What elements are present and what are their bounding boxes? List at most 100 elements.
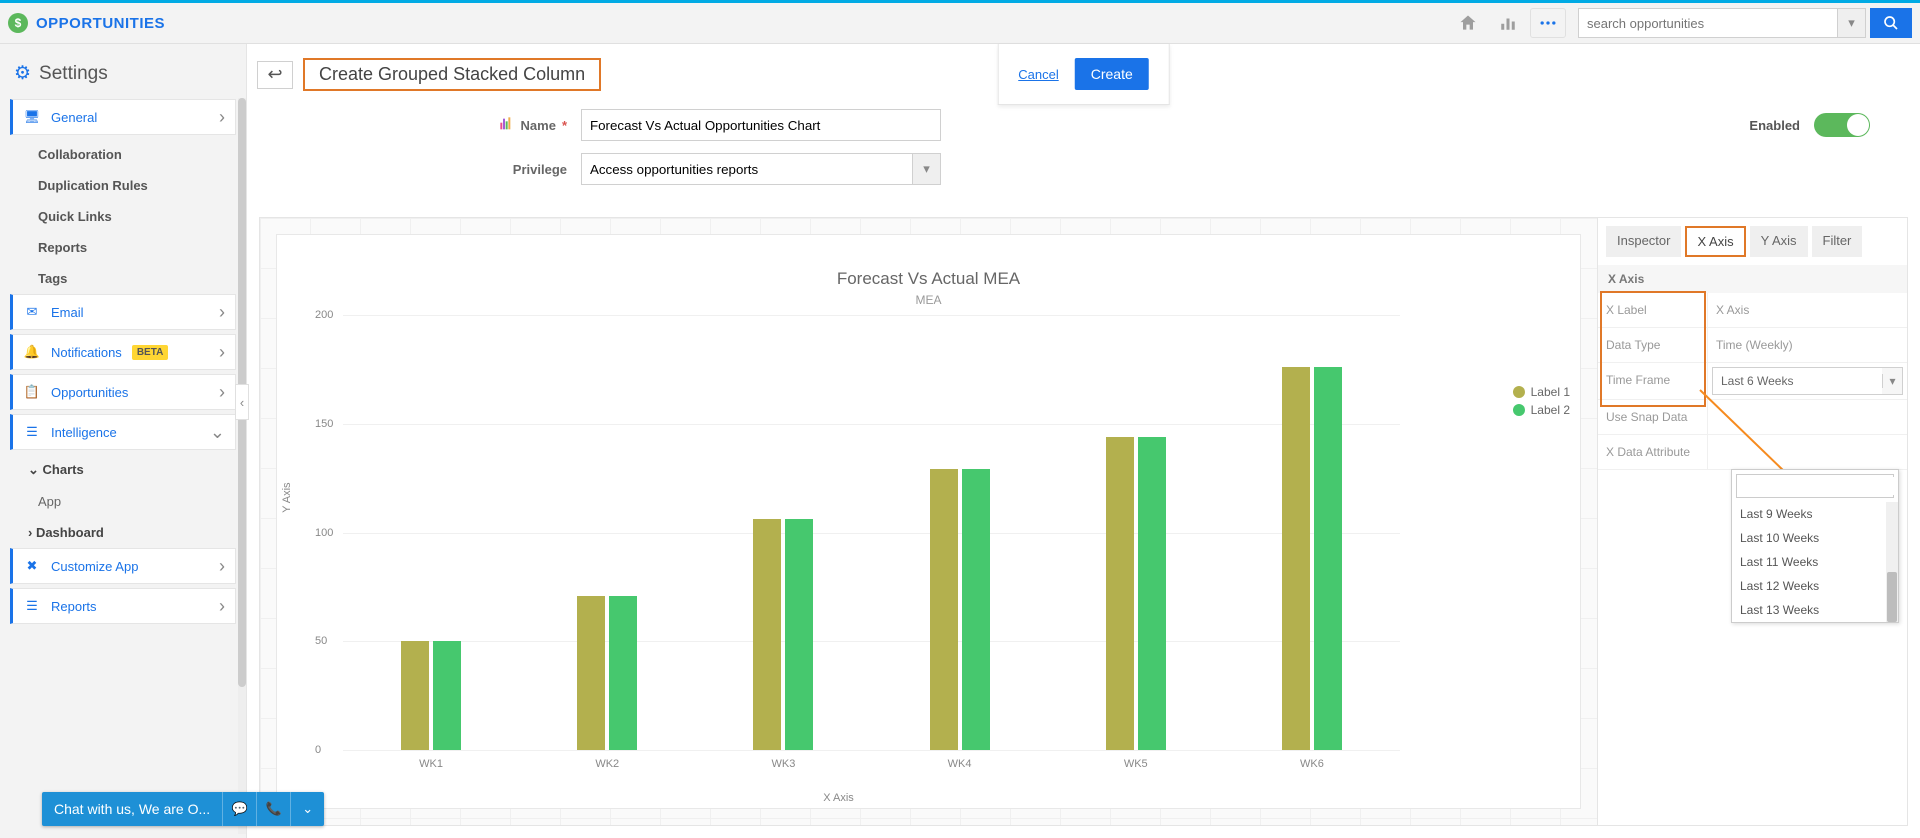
privilege-dropdown-button[interactable]: ▾ [913,153,941,185]
column-chart-icon [499,116,515,135]
sidebar-item-charts[interactable]: ⌄ Charts [10,454,236,486]
list-icon: ☰ [23,598,41,614]
x-tick: WK5 [1124,758,1148,770]
snap-field-label: Use Snap Data [1598,400,1708,434]
sidebar-item-notifications[interactable]: 🔔NotificationsBETA [10,334,236,370]
timeframe-select[interactable]: Last 6 Weeks ▾ [1712,367,1903,395]
money-bag-icon: $ [8,13,28,33]
name-input[interactable] [581,109,941,141]
datatype-field-value[interactable]: Time (Weekly) [1708,328,1907,362]
brand: $ OPPORTUNITIES [8,13,165,33]
sidebar-item-quick-links[interactable]: Quick Links [10,201,236,232]
bell-icon: 🔔 [23,344,41,360]
y-tick: 100 [315,527,333,539]
chevron-down-icon: ▾ [1882,374,1902,388]
search-input[interactable] [1578,8,1838,38]
dropdown-search-input[interactable] [1739,477,1894,495]
y-tick: 0 [315,744,321,756]
properties-panel: InspectorX AxisY AxisFilter X Axis X Lab… [1597,218,1907,825]
sidebar-item-tags[interactable]: Tags [10,263,236,294]
dropdown-option[interactable]: Last 13 Weeks [1732,598,1898,622]
dropdown-option[interactable]: Last 10 Weeks [1732,526,1898,550]
legend-item: Label 1 [1513,385,1570,399]
search-dropdown-button[interactable]: ▾ [1838,8,1866,38]
sidebar-item-dashboard[interactable]: › Dashboard [10,517,236,548]
wrench-icon: ✖ [23,558,41,574]
tab-y-axis[interactable]: Y Axis [1750,226,1808,257]
bar-chart-icon[interactable] [1490,8,1526,38]
enabled-toggle[interactable] [1814,113,1870,137]
x-tick: WK3 [771,758,795,770]
bar [401,641,429,750]
panel-section-header: X Axis [1598,265,1907,293]
brand-text: OPPORTUNITIES [36,15,165,32]
settings-sidebar: ⚙ Settings 🖥GeneralCollaborationDuplicat… [0,44,246,838]
collapse-sidebar-handle[interactable]: ‹ [235,384,249,420]
sidebar-item-reports[interactable]: ☰Reports [10,588,236,624]
dropdown-scrollbar[interactable] [1886,502,1898,622]
x-tick: WK1 [419,758,443,770]
envelope-icon: ✉ [23,304,41,320]
legend-item: Label 2 [1513,403,1570,417]
enabled-label: Enabled [1749,118,1800,133]
sidebar-item-reports[interactable]: Reports [10,232,236,263]
home-icon[interactable] [1450,8,1486,38]
sidebar-item-opportunities[interactable]: 📋Opportunities [10,374,236,410]
sidebar-item-email[interactable]: ✉Email [10,294,236,330]
dropdown-option[interactable]: Last 12 Weeks [1732,574,1898,598]
dropdown-option[interactable]: Last 11 Weeks [1732,550,1898,574]
search-button[interactable] [1870,8,1912,38]
y-axis-label: Y Axis [281,482,293,512]
sidebar-item-app[interactable]: App [10,486,236,517]
chat-text: Chat with us, We are O... [42,801,222,817]
tab-inspector[interactable]: Inspector [1606,226,1681,257]
sidebar-item-intelligence[interactable]: ☰Intelligence [10,414,236,450]
gear-icon: ⚙ [14,62,31,85]
xattr-field-label: X Data Attribute [1598,435,1708,469]
x-tick: WK2 [595,758,619,770]
bar [962,469,990,750]
back-button[interactable]: ↩ [257,61,293,89]
content-area: ‹ ↩ Create Grouped Stacked Column Cancel… [246,44,1920,838]
privilege-select[interactable] [581,153,913,185]
cancel-link[interactable]: Cancel [1018,67,1058,82]
form-icon: 📋 [23,384,41,400]
xlabel-field-value[interactable]: X Axis [1708,293,1907,327]
y-tick: 200 [315,309,333,321]
x-tick: WK6 [1300,758,1324,770]
sidebar-item-duplication-rules[interactable]: Duplication Rules [10,170,236,201]
chart-title: Forecast Vs Actual MEA [293,269,1564,289]
tab-x-axis[interactable]: X Axis [1685,226,1745,257]
create-button[interactable]: Create [1075,58,1149,90]
tab-filter[interactable]: Filter [1812,226,1863,257]
snap-field-value[interactable] [1708,400,1907,434]
chat-message-icon[interactable]: 💬 [222,792,256,826]
bar [609,596,637,750]
dropdown-search[interactable] [1736,474,1894,498]
monitor-icon: 🖥 [23,109,41,125]
sidebar-item-collaboration[interactable]: Collaboration [10,139,236,170]
timeframe-dropdown: Last 9 WeeksLast 10 WeeksLast 11 WeeksLa… [1731,469,1899,623]
list-icon: ☰ [23,424,41,440]
timeframe-field-label: Time Frame [1598,363,1708,399]
chat-widget[interactable]: Chat with us, We are O... 💬 📞 ⌄ [42,792,324,826]
x-tick: WK4 [948,758,972,770]
sidebar-item-general[interactable]: 🖥General [10,99,236,135]
dropdown-option[interactable]: Last 9 Weeks [1732,502,1898,526]
bar [433,641,461,750]
sidebar-item-customize-app[interactable]: ✖Customize App [10,548,236,584]
y-tick: 150 [315,418,333,430]
chat-collapse-icon[interactable]: ⌄ [290,792,324,826]
xlabel-field-label: X Label [1598,293,1708,327]
bar [785,519,813,750]
chart-canvas-area: Forecast Vs Actual MEA MEA Y Axis 050100… [260,218,1597,825]
bar [1282,367,1310,750]
bar [1138,437,1166,750]
more-icon[interactable] [1530,8,1566,38]
chart-subtitle: MEA [293,293,1564,307]
page-title: Create Grouped Stacked Column [303,58,601,91]
sidebar-scrollbar[interactable] [238,98,246,834]
xattr-field-value[interactable] [1708,435,1907,469]
chat-phone-icon[interactable]: 📞 [256,792,290,826]
datatype-field-label: Data Type [1598,328,1708,362]
